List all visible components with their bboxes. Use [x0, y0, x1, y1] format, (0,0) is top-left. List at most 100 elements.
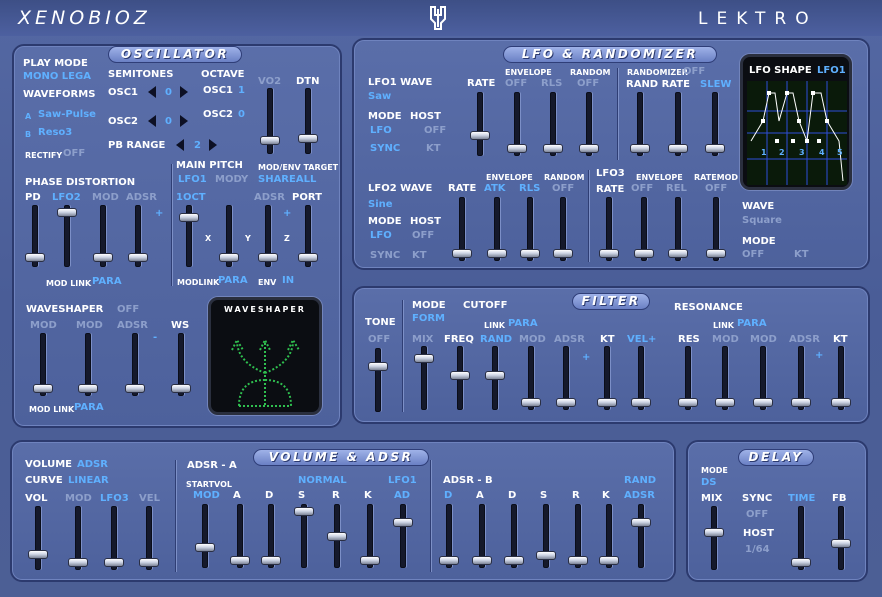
slider-knob[interactable] — [668, 144, 688, 153]
delay-sync-value[interactable]: OFF — [746, 509, 768, 521]
lfo1-env-slider[interactable] — [505, 92, 529, 156]
slider-knob[interactable] — [631, 518, 651, 527]
slider-knob[interactable] — [28, 550, 48, 559]
slider-knob[interactable] — [791, 398, 811, 407]
rand-rate2-slider[interactable] — [666, 92, 690, 156]
slider-knob[interactable] — [57, 208, 77, 217]
vol-slider[interactable] — [26, 506, 50, 570]
b-rand-slider[interactable] — [629, 504, 653, 568]
slider-knob[interactable] — [195, 543, 215, 552]
lfo2-mode-value[interactable]: LFO — [370, 230, 392, 242]
slider-knob[interactable] — [128, 253, 148, 262]
mod-env-target-value[interactable]: SHAREALL — [258, 174, 316, 186]
osc1-octave[interactable]: 1 — [238, 85, 245, 97]
slider-knob[interactable] — [472, 556, 492, 565]
slider-knob[interactable] — [179, 213, 199, 222]
waveshaper-value[interactable]: OFF — [117, 304, 139, 316]
slider-knob[interactable] — [260, 136, 280, 145]
slider-knob[interactable] — [485, 371, 505, 380]
slider-knob[interactable] — [507, 144, 527, 153]
delay-mix-slider[interactable] — [702, 506, 726, 570]
slider-knob[interactable] — [599, 556, 619, 565]
lfo3-wave-value[interactable]: Square — [742, 215, 782, 227]
delay-host-value[interactable]: 1/64 — [745, 544, 770, 556]
pd-adsr-slider[interactable] — [126, 205, 150, 267]
slider-knob[interactable] — [678, 398, 698, 407]
lfo1-mode-value[interactable]: LFO — [370, 125, 392, 137]
f-kt-slider[interactable] — [595, 346, 619, 410]
a-attack-slider[interactable] — [228, 504, 252, 568]
v-lfo3-slider[interactable] — [102, 506, 126, 570]
lfo1-kt-label[interactable]: KT — [426, 143, 441, 155]
lfo1-rate-slider[interactable] — [468, 92, 492, 156]
lfo1-wave-value[interactable]: Saw — [368, 91, 391, 103]
slider-knob[interactable] — [579, 144, 599, 153]
vel-slider[interactable] — [629, 346, 653, 410]
slider-knob[interactable] — [521, 398, 541, 407]
tone-slider[interactable] — [366, 348, 390, 412]
slider-knob[interactable] — [704, 528, 724, 537]
res-mod1-slider[interactable] — [713, 346, 737, 410]
slider-knob[interactable] — [327, 532, 347, 541]
res-kt-slider[interactable] — [829, 346, 853, 410]
lfo2-rls-slider[interactable] — [518, 197, 542, 261]
osc2-semi-up-icon[interactable] — [180, 115, 188, 127]
f-adsr-slider[interactable] — [554, 346, 578, 410]
slider-knob[interactable] — [450, 371, 470, 380]
lfo3-kt[interactable]: KT — [794, 249, 809, 261]
port-slider[interactable] — [296, 205, 320, 267]
slider-knob[interactable] — [753, 398, 773, 407]
lfo2-atk-slider[interactable] — [485, 197, 509, 261]
rand-slider[interactable] — [483, 346, 507, 410]
res-link-value[interactable]: PARA — [737, 318, 767, 330]
slider-knob[interactable] — [568, 556, 588, 565]
pb-up-icon[interactable] — [209, 139, 217, 151]
ws-mod1-slider[interactable] — [31, 333, 55, 396]
osc2-octave[interactable]: 0 — [238, 109, 245, 121]
slider-knob[interactable] — [631, 398, 651, 407]
slider-knob[interactable] — [261, 556, 281, 565]
v-vel-slider[interactable] — [137, 506, 161, 570]
lfo1-sync-label[interactable]: SYNC — [370, 143, 400, 155]
slider-knob[interactable] — [171, 384, 191, 393]
cutoff-link-value[interactable]: PARA — [508, 318, 538, 330]
a-lfo1-slider[interactable] — [391, 504, 415, 568]
pd-modlink-value[interactable]: PARA — [92, 276, 122, 288]
slider-knob[interactable] — [487, 249, 507, 258]
ws-modlink-value[interactable]: PARA — [74, 402, 104, 414]
f-mod-slider[interactable] — [519, 346, 543, 410]
lfo-shape-editor-icon[interactable] — [747, 81, 847, 185]
pitch-1oct-slider[interactable] — [177, 205, 201, 267]
slider-knob[interactable] — [543, 144, 563, 153]
lfo-shape-selector[interactable]: LFO1 — [817, 65, 846, 77]
b-k-slider[interactable] — [597, 504, 621, 568]
b-release-slider[interactable] — [566, 504, 590, 568]
rectify-value[interactable]: OFF — [63, 148, 85, 160]
vo2-slider[interactable] — [258, 88, 282, 154]
dtn-slider[interactable] — [296, 88, 320, 154]
delay-fb-slider[interactable] — [829, 506, 853, 570]
lfo2-rate-slider[interactable] — [450, 197, 474, 261]
lfo2-host-value[interactable]: OFF — [412, 230, 434, 242]
slider-knob[interactable] — [520, 249, 540, 258]
slider-knob[interactable] — [68, 558, 88, 567]
lfo2-sync[interactable]: SYNC — [370, 250, 400, 262]
slider-knob[interactable] — [258, 253, 278, 262]
mp-modlink-value[interactable]: PARA — [218, 275, 248, 287]
delay-time-slider[interactable] — [789, 506, 813, 570]
pd-lfo2-slider[interactable] — [55, 205, 79, 267]
b-attack-slider[interactable] — [470, 504, 494, 568]
play-mode-value[interactable]: MONO LEGA — [23, 71, 91, 83]
slider-knob[interactable] — [414, 354, 434, 363]
res-slider[interactable] — [676, 346, 700, 410]
lfo1-rls-slider[interactable] — [541, 92, 565, 156]
res-mod2-slider[interactable] — [751, 346, 775, 410]
lfo1-random-slider[interactable] — [577, 92, 601, 156]
freq-slider[interactable] — [448, 346, 472, 410]
volume-value[interactable]: ADSR — [77, 459, 108, 471]
pd-mod-slider[interactable] — [91, 205, 115, 267]
main-pitch-lfo[interactable]: LFO1 — [178, 174, 207, 186]
lfo2-wave-value[interactable]: Sine — [368, 199, 393, 211]
lfo3-rel-slider[interactable] — [666, 197, 690, 261]
pb-down-icon[interactable] — [176, 139, 184, 151]
